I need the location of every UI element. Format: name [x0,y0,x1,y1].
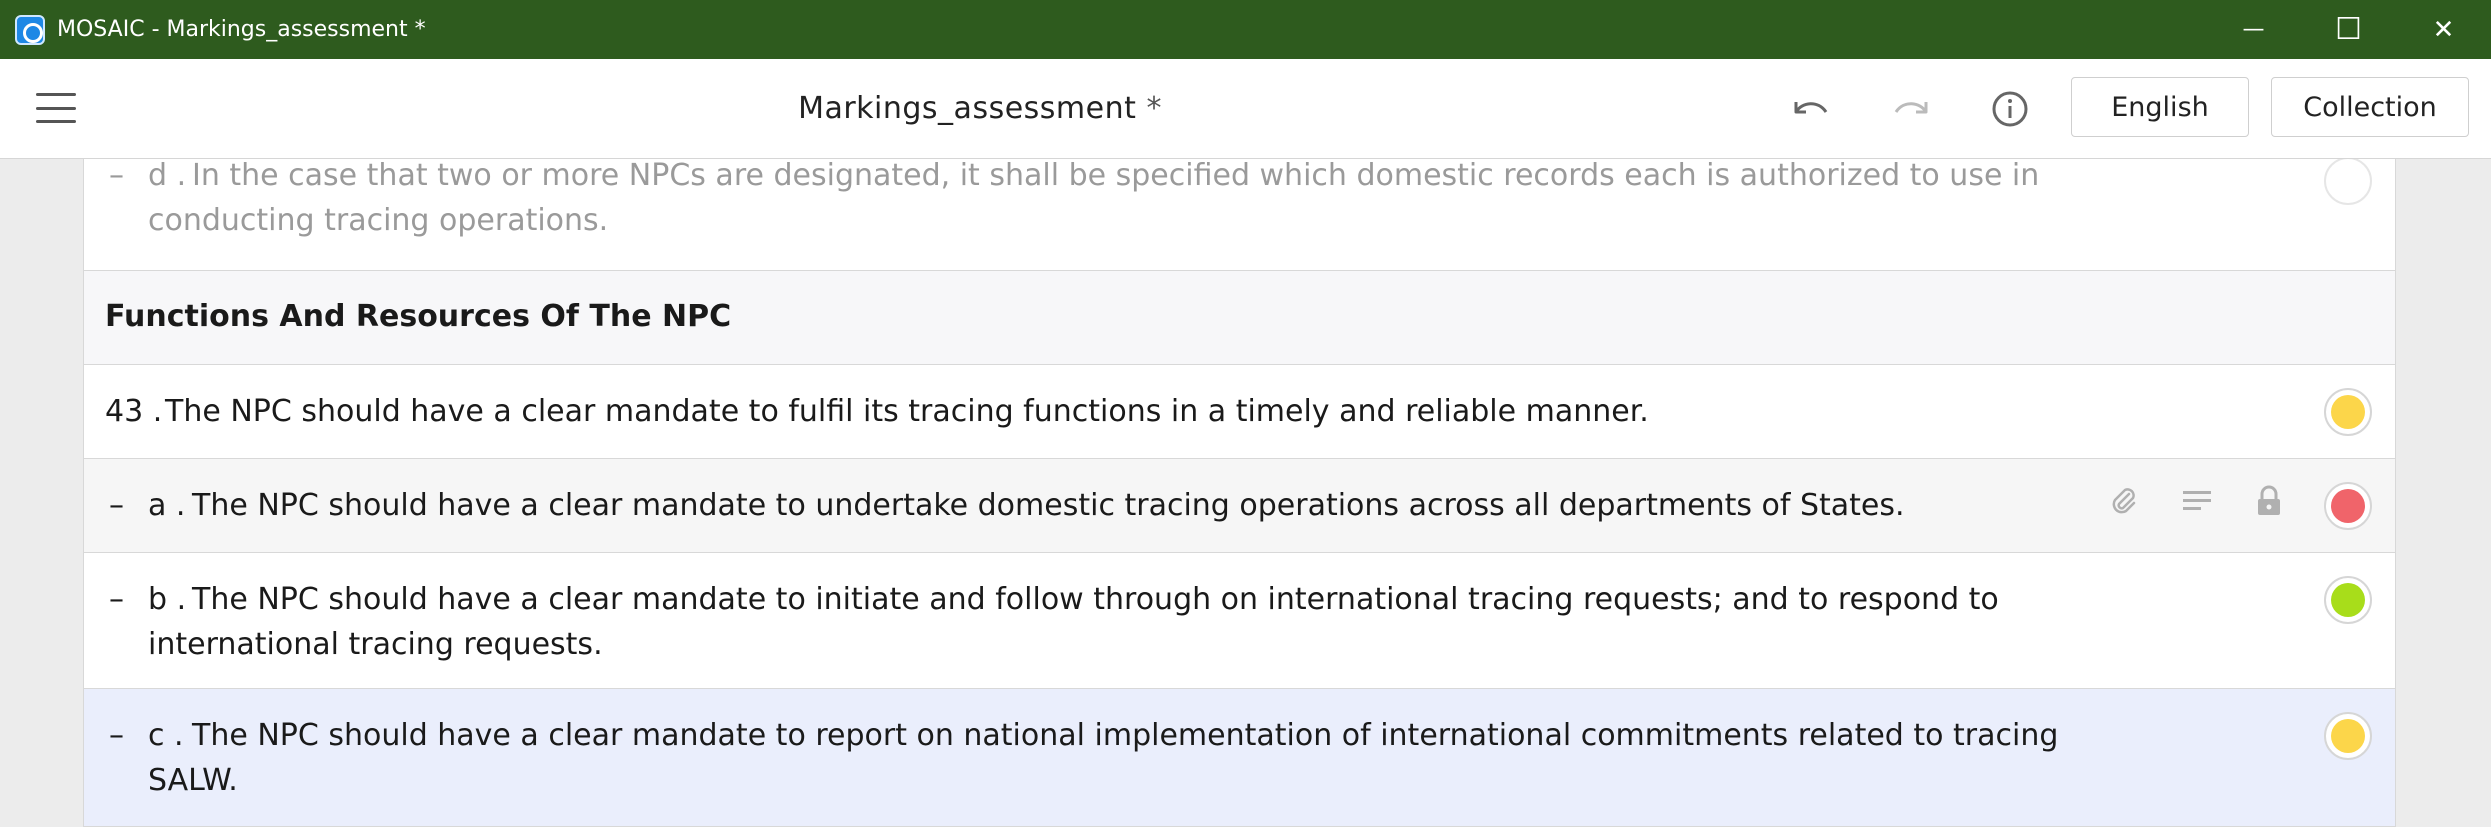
rating-button[interactable] [2324,576,2372,624]
rating-button[interactable] [2324,159,2372,205]
minimize-button[interactable]: — [2206,0,2301,59]
assessment-panel: – d . In the case that two or more NPCs … [83,159,2396,827]
item-text: The NPC should have a clear mandate to f… [165,394,1649,429]
list-item[interactable]: 43 . The NPC should have a clear mandate… [84,365,2395,459]
window-titlebar: MOSAIC - Markings_assessment * — ☐ ✕ [0,0,2491,59]
window-controls: — ☐ ✕ [2206,0,2491,59]
collection-button[interactable]: Collection [2271,77,2469,137]
item-text: The NPC should have a clear mandate to u… [192,488,1905,523]
item-text: The NPC should have a clear mandate to i… [192,582,1999,617]
section-header: Functions And Resources Of The NPC [84,271,2395,365]
rating-dot [2331,395,2365,429]
item-text: The NPC should have a clear mandate to r… [192,718,2059,753]
list-item[interactable]: – c . The NPC should have a clear mandat… [84,689,2395,827]
document-title: Markings_assessment * [0,91,1960,126]
undo-icon[interactable] [1784,83,1836,135]
item-text-continued: SALW. [148,763,238,798]
list-item[interactable]: – b . The NPC should have a clear mandat… [84,553,2395,689]
language-button[interactable]: English [2071,77,2249,137]
rating-dot [2331,489,2365,523]
app-toolbar: Markings_assessment * English Collection [0,59,2491,159]
rating-dot [2331,719,2365,753]
rating-dot [2331,583,2365,617]
maximize-button[interactable]: ☐ [2301,0,2396,59]
rating-button[interactable] [2324,712,2372,760]
info-icon[interactable] [1984,83,2036,135]
item-text-continued: international tracing requests. [148,627,603,662]
notes-icon[interactable] [2177,481,2217,521]
item-number: a . [148,488,186,523]
collapse-dash: – [109,582,124,617]
paperclip-icon[interactable] [2104,481,2144,521]
window-title: MOSAIC - Markings_assessment * [57,17,426,42]
rating-button[interactable] [2324,482,2372,530]
document-name: Markings_assessment [798,91,1137,126]
item-text: In the case that two or more NPCs are de… [192,159,2040,193]
collapse-dash: – [109,159,124,193]
collapse-dash: – [109,718,124,753]
rating-button[interactable] [2324,388,2372,436]
item-number: d . [148,159,187,193]
section-title: Functions And Resources Of The NPC [105,299,732,334]
item-number: 43 . [105,394,163,429]
collapse-dash: – [109,488,124,523]
item-text-continued: conducting tracing operations. [148,203,609,238]
rating-dot [2331,164,2365,198]
close-button[interactable]: ✕ [2396,0,2491,59]
list-item[interactable]: – d . In the case that two or more NPCs … [84,159,2395,271]
lock-icon[interactable] [2249,481,2289,521]
item-number: c . [148,718,184,753]
modified-marker: * [1146,91,1162,126]
app-logo-icon [15,14,45,45]
list-item[interactable]: – a . The NPC should have a clear mandat… [84,459,2395,553]
redo-icon[interactable] [1886,83,1938,135]
item-number: b . [148,582,187,617]
